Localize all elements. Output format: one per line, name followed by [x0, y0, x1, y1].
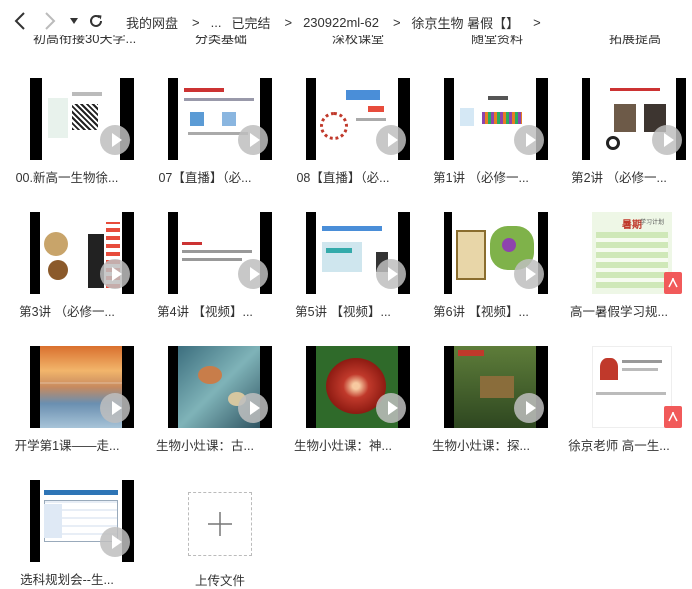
- breadcrumb-item[interactable]: 230922ml-62: [303, 15, 379, 30]
- video-thumbnail: [306, 212, 410, 294]
- video-thumbnail: [30, 346, 134, 428]
- folder-label-partial[interactable]: 随堂资料: [471, 35, 523, 47]
- history-dropdown-button[interactable]: [64, 10, 84, 32]
- refresh-button[interactable]: [86, 10, 106, 32]
- file-name: 徐京老师 高一生...: [568, 439, 670, 453]
- video-thumbnail: [444, 346, 548, 428]
- refresh-icon: [90, 14, 102, 27]
- play-icon: [514, 125, 544, 155]
- breadcrumb-separator-icon: >: [284, 15, 293, 30]
- file-name: 第1讲 （必修一...: [433, 171, 529, 185]
- folder-label-partial[interactable]: 深校课堂: [332, 35, 384, 47]
- back-button[interactable]: [10, 10, 30, 32]
- file-name: 07【直播】（必...: [158, 171, 252, 185]
- play-icon: [100, 259, 130, 289]
- file-name: 生物小灶课：神...: [294, 439, 392, 453]
- file-name: 08【直播】（必...: [296, 171, 390, 185]
- breadcrumb-item[interactable]: 已完结: [231, 13, 270, 32]
- video-thumbnail: [168, 78, 272, 160]
- file-name: 选科规划会--生...: [20, 573, 114, 587]
- thumb-subtitle: 学习计划: [640, 220, 665, 226]
- file-name: 第2讲 （必修一...: [571, 171, 667, 185]
- upload-file-button[interactable]: [188, 492, 252, 556]
- play-icon: [514, 393, 544, 423]
- thumb-title: 暑期: [622, 220, 642, 231]
- video-thumbnail: [30, 480, 134, 562]
- video-thumbnail: [306, 78, 410, 160]
- breadcrumb-separator-icon: >: [392, 15, 401, 30]
- pdf-icon: [664, 406, 682, 428]
- chevron-left-icon: [14, 12, 25, 30]
- video-thumbnail: [168, 212, 272, 294]
- breadcrumb-separator-icon: >: [192, 15, 200, 30]
- video-thumbnail: [444, 78, 548, 160]
- video-thumbnail: [306, 346, 410, 428]
- file-name: 生物小灶课：古...: [156, 439, 254, 453]
- video-thumbnail: [444, 212, 548, 294]
- play-icon: [376, 393, 406, 423]
- play-icon: [100, 393, 130, 423]
- play-icon: [514, 259, 544, 289]
- plus-icon: [208, 512, 232, 536]
- breadcrumb-item[interactable]: 徐京生物 暑假【】: [412, 13, 520, 32]
- file-name: 高一暑假学习规...: [570, 305, 668, 319]
- play-icon: [100, 527, 130, 557]
- play-icon: [652, 125, 682, 155]
- caret-down-icon: [70, 18, 78, 24]
- breadcrumb-item[interactable]: 我的网盘: [126, 13, 178, 32]
- play-icon: [100, 125, 130, 155]
- file-name: 第6讲 【视频】...: [433, 305, 529, 319]
- file-name: 第3讲 （必修一...: [19, 305, 115, 319]
- file-name: 生物小灶课：探...: [432, 439, 530, 453]
- folder-label-partial[interactable]: 初高衔接30天学...: [33, 35, 136, 47]
- play-icon: [376, 125, 406, 155]
- folder-label-partial[interactable]: 拓展提高: [609, 35, 661, 47]
- video-thumbnail: [582, 78, 686, 160]
- breadcrumb-separator-icon: >: [533, 15, 541, 30]
- file-name: 00.新高一生物徐...: [15, 171, 119, 185]
- video-thumbnail: [30, 78, 134, 160]
- file-name: 开学第1课——走...: [14, 439, 120, 453]
- breadcrumb: 我的网盘 > ... 已完结 > 230922ml-62 > 徐京生物 暑假【】…: [126, 13, 552, 32]
- upload-file-label: 上传文件: [194, 574, 245, 588]
- play-icon: [376, 259, 406, 289]
- video-thumbnail: [168, 346, 272, 428]
- pdf-icon: [664, 272, 682, 294]
- video-thumbnail: [30, 212, 134, 294]
- chevron-right-icon: [45, 12, 56, 30]
- file-name: 第4讲 【视频】...: [157, 305, 253, 319]
- breadcrumb-item[interactable]: ...: [211, 15, 222, 30]
- pdf-thumbnail: [582, 346, 686, 428]
- play-icon: [238, 125, 268, 155]
- play-icon: [238, 259, 268, 289]
- forward-button[interactable]: [40, 10, 60, 32]
- play-icon: [238, 393, 268, 423]
- pdf-thumbnail: 暑期 学习计划: [582, 212, 686, 294]
- file-name: 第5讲 【视频】...: [295, 305, 391, 319]
- folder-label-partial[interactable]: 分类基础: [195, 35, 247, 47]
